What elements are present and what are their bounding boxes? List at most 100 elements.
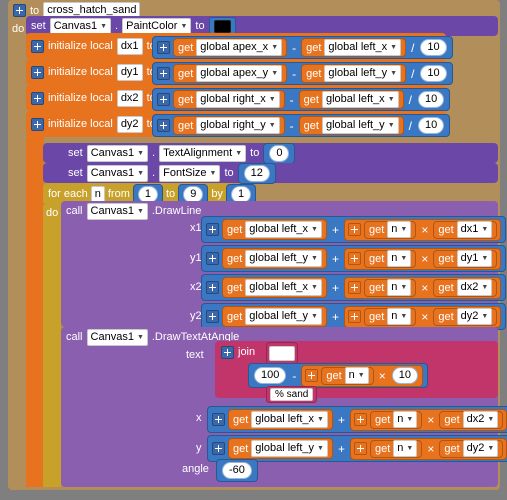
get-left-x[interactable]: get global left_x ▼ [228, 409, 333, 430]
get-dy1[interactable]: get dy1 ▼ [433, 249, 498, 268]
join-arg-expr[interactable]: 100 - get n ▼ × 10 [248, 363, 428, 388]
get-left-y[interactable]: get global left_y ▼ [222, 306, 327, 327]
divisor-value[interactable]: 10 [420, 39, 447, 56]
divisor-value[interactable]: 10 [417, 91, 445, 108]
mutator-icon[interactable] [157, 41, 170, 54]
mutator-icon[interactable] [31, 39, 44, 53]
local-name-field[interactable]: dy2 [116, 115, 143, 133]
mutator-icon[interactable] [31, 117, 44, 131]
color-swatch-black[interactable] [213, 19, 231, 33]
get-apex-y[interactable]: get global apex_y ▼ [173, 64, 288, 83]
var-dropdown[interactable]: global apex_y ▼ [196, 65, 283, 82]
get-n[interactable]: get n ▼ [321, 366, 374, 385]
var-dropdown[interactable]: global left_y ▼ [324, 65, 402, 82]
get-n[interactable]: get n ▼ [363, 249, 417, 268]
divisor-value[interactable]: 10 [420, 65, 447, 82]
var-dropdown[interactable]: n ▼ [387, 221, 412, 238]
paintcolor-property-dropdown[interactable]: PaintColor ▼ [122, 17, 192, 35]
from-value[interactable]: 1 [137, 185, 158, 203]
get-right-x[interactable]: get global right_x ▼ [173, 90, 285, 109]
drawline-component-dropdown[interactable]: Canvas1 ▼ [86, 202, 148, 220]
join-arg-1[interactable] [266, 342, 298, 365]
fontsize-property-dropdown[interactable]: FontSize ▼ [159, 164, 221, 182]
drawtext-x-expr[interactable]: get global left_x ▼ + get n ▼ × get dx2 ▼ [207, 406, 507, 433]
paintcolor-component-dropdown[interactable]: Canvas1 ▼ [49, 17, 112, 35]
textalignment-number-block[interactable]: 0 [263, 142, 296, 164]
fontsize-component-dropdown[interactable]: Canvas1 ▼ [86, 164, 149, 182]
mutator-icon[interactable] [13, 4, 26, 17]
local-name-field[interactable]: dx1 [116, 37, 143, 55]
mutator-icon[interactable] [206, 252, 219, 265]
var-dropdown[interactable]: n ▼ [387, 308, 412, 325]
join-string-value[interactable]: % sand [270, 388, 314, 401]
loop-var-field[interactable]: n [90, 185, 105, 203]
join-factor-10[interactable]: 10 [391, 367, 418, 384]
var-dropdown[interactable]: dx2 ▼ [456, 279, 493, 296]
drawtext-component-dropdown[interactable]: Canvas1 ▼ [86, 328, 148, 346]
var-dropdown[interactable]: n ▼ [387, 250, 412, 267]
var-dropdown[interactable]: global left_y ▼ [245, 308, 322, 325]
var-dropdown[interactable]: n ▼ [344, 367, 369, 384]
var-dropdown[interactable]: global left_y ▼ [251, 440, 328, 457]
expr-dx1[interactable]: get global apex_x ▼ - get global left_x ▼ / … [152, 36, 453, 59]
mutator-icon[interactable] [353, 442, 367, 455]
get-apex-x[interactable]: get global apex_x ▼ [173, 38, 288, 57]
angle-number-block[interactable]: -60 [216, 459, 258, 482]
empty-text-socket[interactable] [269, 346, 295, 361]
var-dropdown[interactable]: global left_x ▼ [321, 91, 399, 108]
fontsize-number-block[interactable]: 12 [237, 162, 276, 184]
mutator-icon[interactable] [206, 223, 219, 236]
mutator-icon[interactable] [347, 281, 361, 294]
get-dx2[interactable]: get dx2 ▼ [433, 278, 498, 297]
var-dropdown[interactable]: global right_x ▼ [196, 91, 280, 108]
var-dropdown[interactable]: global right_y ▼ [196, 117, 280, 134]
textalignment-property-dropdown[interactable]: TextAlignment ▼ [159, 144, 247, 162]
var-dropdown[interactable]: dy2 ▼ [456, 308, 493, 325]
var-dropdown[interactable]: n ▼ [387, 279, 412, 296]
var-dropdown[interactable]: global left_x ▼ [324, 39, 402, 56]
get-dx1[interactable]: get dx1 ▼ [433, 220, 498, 239]
multiply-block[interactable]: get n ▼ × get dy2 ▼ [343, 305, 502, 328]
mutator-icon[interactable] [212, 413, 225, 426]
get-n[interactable]: get n ▼ [363, 220, 417, 239]
drawline-arg-y1-expr[interactable]: get global left_y ▼ + get n ▼ × get dy1 ▼ [201, 245, 507, 272]
mutator-icon[interactable] [206, 281, 219, 294]
mutator-icon[interactable] [212, 442, 225, 455]
mutator-icon[interactable] [353, 413, 367, 426]
var-dropdown[interactable]: dy2 ▼ [462, 440, 499, 457]
mutator-icon[interactable] [206, 310, 219, 323]
var-dropdown[interactable]: global apex_x ▼ [196, 39, 283, 56]
fontsize-value[interactable]: 12 [243, 164, 270, 182]
var-dropdown[interactable]: global left_x ▼ [251, 411, 328, 428]
multiply-block[interactable]: get n ▼ × get dx2 ▼ [349, 408, 507, 431]
join-string-block[interactable]: % sand [266, 386, 318, 403]
mutator-icon[interactable] [347, 223, 361, 236]
multiply-block[interactable]: get n ▼ × 10 [301, 364, 423, 387]
mutator-icon[interactable] [157, 119, 170, 132]
mutator-icon[interactable] [221, 345, 234, 359]
var-dropdown[interactable]: global left_x ▼ [245, 279, 322, 296]
multiply-block[interactable]: get n ▼ × get dx1 ▼ [343, 218, 502, 241]
mutator-icon[interactable] [305, 369, 319, 382]
join-number-100[interactable]: 100 [254, 367, 287, 384]
get-left-x[interactable]: get global left_x ▼ [298, 90, 404, 109]
local-name-field[interactable]: dx2 [116, 89, 143, 107]
var-dropdown[interactable]: dx1 ▼ [456, 221, 493, 238]
to-value[interactable]: 9 [183, 185, 204, 203]
drawtext-y-expr[interactable]: get global left_y ▼ + get n ▼ × get dy2 ▼ [207, 435, 507, 462]
drawline-arg-x1-expr[interactable]: get global left_x ▼ + get n ▼ × get dx1 ▼ [201, 216, 507, 243]
mutator-icon[interactable] [157, 93, 170, 106]
mutator-icon[interactable] [31, 65, 44, 79]
divisor-value[interactable]: 10 [417, 117, 445, 134]
mutator-icon[interactable] [31, 91, 44, 105]
get-n[interactable]: get n ▼ [369, 410, 423, 429]
get-dy2[interactable]: get dy2 ▼ [439, 439, 504, 458]
mutator-icon[interactable] [157, 67, 170, 80]
var-dropdown[interactable]: global left_y ▼ [321, 117, 399, 134]
drawline-arg-y2-expr[interactable]: get global left_y ▼ + get n ▼ × get dy2 ▼ [201, 303, 507, 330]
get-left-x[interactable]: get global left_x ▼ [301, 38, 407, 57]
local-name-field[interactable]: dy1 [116, 63, 143, 81]
by-value[interactable]: 1 [230, 185, 252, 203]
expr-dy1[interactable]: get global apex_y ▼ - get global left_y ▼ / … [152, 62, 453, 85]
expr-dx2[interactable]: get global right_x ▼ - get global left_x ▼ /… [152, 88, 451, 111]
